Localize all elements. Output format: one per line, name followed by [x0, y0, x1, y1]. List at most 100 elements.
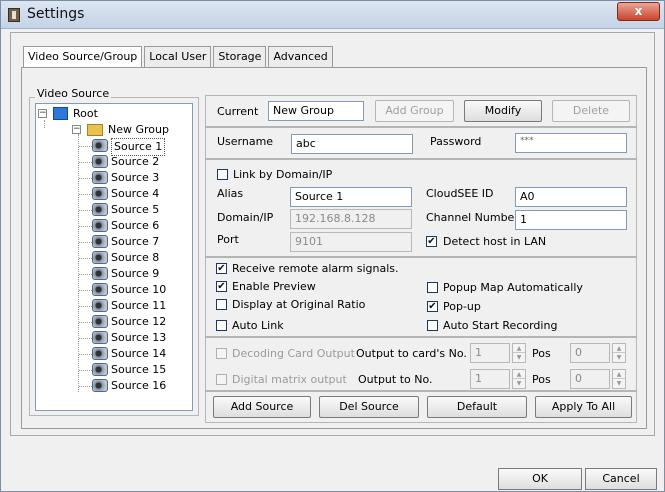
output-no-spinner[interactable]: ▲ ▼ [512, 369, 526, 389]
auto-link-checkbox[interactable] [216, 320, 227, 331]
tree-label-source: Source 11 [111, 299, 167, 312]
tab-video-source-group[interactable]: Video Source/Group [23, 46, 143, 69]
spin-down-icon[interactable]: ▼ [513, 379, 525, 388]
link-by-domain-checkbox[interactable] [217, 169, 228, 180]
tree-label-source: Source 14 [111, 347, 167, 360]
pos-field-2[interactable]: 0 [570, 369, 610, 389]
check-icon: ✔ [217, 281, 226, 292]
pos-spinner-2[interactable]: ▲ ▼ [612, 369, 626, 389]
connection-section: Link by Domain/IP Alias Source 1 CloudSE… [205, 159, 637, 257]
current-group-field[interactable]: New Group [268, 101, 364, 121]
camera-icon [92, 203, 108, 216]
popup-checkbox[interactable]: ✔ [427, 301, 438, 312]
cancel-button[interactable]: Cancel [585, 468, 657, 490]
collapse-icon[interactable]: − [38, 109, 47, 118]
original-ratio-checkbox[interactable] [216, 299, 227, 310]
tree-label-source: Source 12 [111, 315, 167, 328]
spin-down-icon[interactable]: ▼ [613, 353, 625, 362]
tree-label-source: Source 5 [111, 203, 160, 216]
tab-storage[interactable]: Storage [213, 46, 267, 68]
tree-label-source: Source 6 [111, 219, 160, 232]
tree-label-group: New Group [108, 123, 169, 136]
del-source-button[interactable]: Del Source [319, 396, 419, 418]
spin-down-icon[interactable]: ▼ [513, 353, 525, 362]
matrix-output-checkbox[interactable] [216, 374, 227, 385]
matrix-output-label: Digital matrix output [232, 373, 347, 386]
add-group-button[interactable]: Add Group [375, 100, 454, 122]
password-field[interactable]: *** [515, 133, 627, 153]
alias-field[interactable]: Source 1 [290, 187, 412, 207]
delete-button[interactable]: Delete [552, 100, 630, 122]
source-tree[interactable]: − Root − New Group Source 1 Source 2 Sourc… [35, 103, 193, 411]
cloudsee-id-field[interactable]: A0 [515, 187, 627, 207]
close-button[interactable]: x [617, 2, 660, 21]
decoding-output-checkbox[interactable] [216, 348, 227, 359]
camera-icon [92, 283, 108, 296]
popup-label: Pop-up [443, 300, 481, 313]
credentials-section: Username abc Password *** [205, 127, 637, 159]
enable-preview-checkbox[interactable]: ✔ [216, 281, 227, 292]
tree-label-source: Source 4 [111, 187, 160, 200]
tree-label-source: Source 8 [111, 251, 160, 264]
camera-icon [92, 347, 108, 360]
camera-icon [92, 331, 108, 344]
modify-button[interactable]: Modify [464, 100, 542, 122]
port-field[interactable]: 9101 [290, 232, 412, 252]
spin-up-icon[interactable]: ▲ [513, 370, 525, 379]
action-bar: Add Source Del Source Default Apply To A… [205, 391, 637, 423]
window-title: Settings [27, 6, 85, 22]
enable-preview-label: Enable Preview [232, 280, 316, 293]
auto-link-label: Auto Link [232, 319, 284, 332]
tab-strip: Video Source/Group Local User Storage Ad… [23, 46, 335, 69]
camera-icon [92, 219, 108, 232]
domain-ip-label: Domain/IP [217, 211, 274, 224]
spin-up-icon[interactable]: ▲ [613, 370, 625, 379]
username-field[interactable]: abc [291, 134, 413, 154]
group-bar: Current New Group Add Group Modify Delet… [205, 95, 637, 127]
tree-label-root: Root [73, 107, 98, 120]
spin-up-icon[interactable]: ▲ [613, 344, 625, 353]
current-label: Current [217, 105, 259, 118]
output-no-label: Output to No. [358, 373, 433, 386]
auto-record-checkbox[interactable] [427, 320, 438, 331]
receive-alarm-checkbox[interactable]: ✔ [216, 263, 227, 274]
collapse-icon[interactable]: − [72, 125, 81, 134]
title-bar: Settings x [1, 1, 664, 29]
tab-advanced[interactable]: Advanced [268, 46, 333, 68]
pos-field[interactable]: 0 [570, 343, 610, 363]
tree-label-source: Source 15 [111, 363, 167, 376]
root-icon [53, 107, 68, 120]
decoding-output-label: Decoding Card Output [232, 347, 355, 360]
auto-record-label: Auto Start Recording [443, 319, 558, 332]
domain-ip-field[interactable]: 192.168.8.128 [290, 209, 412, 229]
default-button[interactable]: Default [427, 396, 527, 418]
folder-icon [87, 124, 103, 136]
popup-map-checkbox[interactable] [427, 282, 438, 293]
pos-label: Pos [532, 347, 551, 360]
add-source-button[interactable]: Add Source [213, 396, 311, 418]
output-card-field[interactable]: 1 [470, 343, 510, 363]
pos-spinner[interactable]: ▲ ▼ [612, 343, 626, 363]
camera-icon [92, 251, 108, 264]
spin-down-icon[interactable]: ▼ [613, 379, 625, 388]
camera-icon [92, 363, 108, 376]
detect-host-checkbox[interactable]: ✔ [426, 236, 437, 247]
tab-local-user[interactable]: Local User [144, 46, 212, 68]
camera-icon [92, 267, 108, 280]
apply-to-all-button[interactable]: Apply To All [535, 396, 632, 418]
output-no-field[interactable]: 1 [470, 369, 510, 389]
tree-label-source: Source 16 [111, 379, 167, 392]
check-icon: ✔ [427, 236, 436, 247]
ok-button[interactable]: OK [498, 468, 582, 490]
alias-label: Alias [217, 187, 244, 200]
output-card-spinner[interactable]: ▲ ▼ [512, 343, 526, 363]
camera-icon [92, 315, 108, 328]
detect-host-label: Detect host in LAN [443, 235, 547, 248]
username-label: Username [217, 135, 274, 148]
popup-map-label: Popup Map Automatically [443, 281, 583, 294]
port-label: Port [217, 233, 239, 246]
channel-number-field[interactable]: 1 [515, 210, 627, 230]
tree-label-source: Source 13 [111, 331, 167, 344]
tree-label-source: Source 9 [111, 267, 160, 280]
spin-up-icon[interactable]: ▲ [513, 344, 525, 353]
